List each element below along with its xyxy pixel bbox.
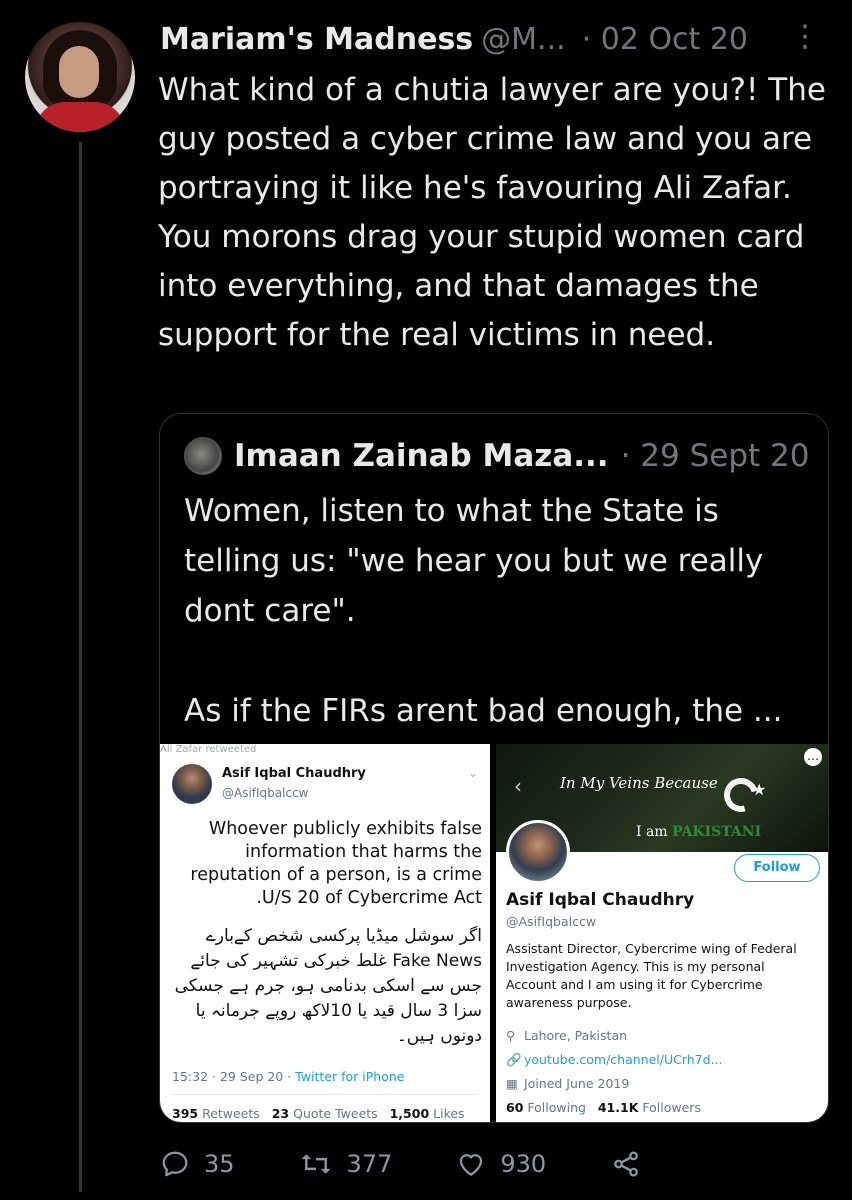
banner-text-pakistani: PAKISTANI — [672, 824, 762, 840]
following-count: 60 — [506, 1100, 524, 1115]
banner-text-iam: I am — [636, 824, 668, 840]
author-handle[interactable]: @M... — [481, 22, 566, 57]
back-arrow-icon: ‹ — [514, 774, 522, 798]
quoted-media: Ali Zafar retweeted Asif Iqbal Chaudhry … — [160, 744, 828, 1122]
quoted-author-name: Imaan Zainab Maza... — [234, 438, 609, 474]
like-button[interactable]: 930 — [456, 1149, 546, 1179]
author-avatar[interactable] — [25, 22, 135, 132]
embedded-text-urdu: اگر سوشل میڈیا پرکسی شخص کےبارے Fake New… — [174, 926, 482, 1046]
more-options-icon: … — [804, 748, 822, 766]
banner-text-line2: I am PAKISTANI — [636, 824, 761, 840]
profile-stats: 60 Following 41.1K Followers — [506, 1100, 701, 1115]
tweet-date[interactable]: · 02 Oct 20 — [582, 22, 748, 57]
quoted-author-avatar — [184, 437, 222, 475]
like-count: 1,500 — [389, 1106, 430, 1121]
retweet-count: 377 — [346, 1150, 393, 1178]
location-icon: ⚲ — [506, 1028, 516, 1043]
reply-icon — [162, 1151, 188, 1177]
more-options-icon[interactable]: ⋮ — [790, 18, 820, 56]
link-text: youtube.com/channel/UCrh7d... — [523, 1052, 723, 1067]
like-icon — [460, 1154, 483, 1176]
joined-text: Joined June 2019 — [523, 1076, 630, 1091]
retweet-icon — [300, 1154, 331, 1174]
followers-count: 41.1K — [597, 1100, 639, 1115]
share-button[interactable] — [610, 1149, 656, 1179]
reply-button[interactable]: 35 — [160, 1149, 235, 1179]
location-text: Lahore, Pakistan — [523, 1028, 628, 1043]
embedded-time: 15:32 · 29 Sep 20 · — [172, 1069, 292, 1084]
chevron-down-icon: ⌄ — [467, 766, 478, 780]
embedded-author-name: Asif Iqbal Chaudhry — [222, 766, 366, 781]
followers-label: Followers — [642, 1100, 701, 1115]
retweet-button[interactable]: 377 — [299, 1149, 393, 1179]
profile-location: ⚲ Lahore, Pakistan — [506, 1028, 627, 1043]
profile-handle: @AsifIqbalccw — [506, 914, 597, 929]
divider — [172, 1094, 478, 1095]
quote-label: Quote Tweets — [293, 1106, 378, 1121]
tweet-text: What kind of a chutia lawyer are you?! T… — [158, 72, 826, 353]
embedded-author-handle: @AsifIqbalccw — [222, 786, 309, 800]
embedded-source: Twitter for iPhone — [295, 1069, 405, 1084]
profile-link: 🔗 youtube.com/channel/UCrh7d... — [506, 1052, 722, 1068]
quoted-tweet-text: Women, listen to what the State is telli… — [184, 486, 814, 736]
star-icon: ★ — [752, 780, 767, 799]
link-icon: 🔗 — [506, 1052, 522, 1067]
like-count: 930 — [500, 1150, 547, 1178]
follow-button: Follow — [734, 854, 820, 882]
share-icon — [614, 1151, 639, 1177]
embedded-meta: 15:32 · 29 Sep 20 · Twitter for iPhone — [172, 1069, 404, 1084]
quoted-text-paragraph-1: Women, listen to what the State is telli… — [184, 493, 764, 629]
media-image-tweet-screenshot[interactable]: Ali Zafar retweeted Asif Iqbal Chaudhry … — [160, 744, 490, 1122]
like-label: Likes — [433, 1106, 465, 1121]
profile-name: Asif Iqbal Chaudhry — [506, 890, 695, 910]
thread-line — [79, 142, 82, 1192]
author-name[interactable]: Mariam's Madness — [160, 22, 473, 57]
following-label: Following — [527, 1100, 586, 1115]
embedded-text-english: Whoever publicly exhibits false informat… — [190, 819, 482, 908]
quoted-tweet[interactable]: Imaan Zainab Maza... · 29 Sept 20 Women,… — [159, 413, 829, 1123]
quote-count: 23 — [271, 1106, 290, 1121]
calendar-icon: ▦ — [506, 1076, 518, 1091]
tweet-actions: 35 377 930 — [160, 1142, 760, 1186]
profile-avatar — [506, 820, 570, 884]
quoted-tweet-date: · 29 Sept 20 — [620, 438, 810, 474]
media-image-profile-screenshot[interactable]: ‹ … In My Veins Because ★ I am PAKISTANI… — [496, 744, 828, 1122]
quoted-tweet-header: Imaan Zainab Maza... · 29 Sept 20 — [184, 436, 810, 476]
quoted-text-paragraph-2: As if the FIRs arent bad enough, the ... — [184, 693, 783, 729]
tweet-header: Mariam's Madness @M... · 02 Oct 20 ⋮ — [160, 18, 830, 60]
profile-joined: ▦ Joined June 2019 — [506, 1076, 629, 1091]
reply-count: 35 — [204, 1150, 235, 1178]
embedded-author-avatar — [172, 764, 212, 804]
retweet-count: 395 — [172, 1106, 199, 1121]
retweet-label: Retweets — [202, 1106, 260, 1121]
embedded-stats: 395 Retweets 23 Quote Tweets 1,500 Likes — [172, 1106, 465, 1121]
banner-text-line1: In My Veins Because — [560, 774, 718, 792]
retweet-header: Ali Zafar retweeted — [160, 744, 490, 754]
profile-bio: Assistant Director, Cybercrime wing of F… — [506, 941, 797, 1010]
